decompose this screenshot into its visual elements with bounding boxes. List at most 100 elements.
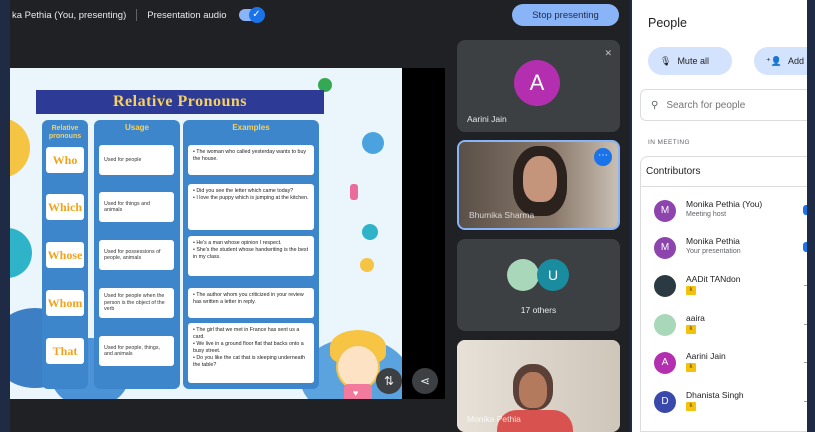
usage-column: Usage Used for people Used for things an… <box>94 120 180 389</box>
mic-off-icon: 🎙︎ <box>660 55 672 66</box>
balloon-decoration <box>10 228 32 278</box>
mic-off-icon: ✕ <box>604 48 612 58</box>
avatar: M <box>654 200 676 222</box>
status-indicator <box>803 205 807 215</box>
hand-badge-icon: k <box>686 325 696 334</box>
participant-name: Aarini Jain <box>686 351 726 361</box>
share-icon[interactable]: ⋖ <box>412 368 438 394</box>
pronoun-cell: Whom <box>46 290 84 316</box>
in-meeting-label: IN MEETING <box>648 139 690 146</box>
participant-row[interactable]: AADit TANdon k <box>654 272 807 302</box>
example-cell: • The woman who called yesterday wants t… <box>188 145 314 175</box>
presenter-label: ka Pethia (You, presenting) <box>12 9 127 21</box>
search-input[interactable] <box>666 99 797 111</box>
pronouns-header: Relative pronouns <box>48 125 82 140</box>
avatar: A <box>654 352 676 374</box>
participant-name: Monika Pethia (You) <box>686 199 763 209</box>
presentation-audio-toggle[interactable]: ✓ <box>238 7 265 23</box>
participant-name: Aarini Jain <box>467 114 507 124</box>
participant-row[interactable]: M Monika Pethia Your presentation <box>654 234 807 264</box>
mute-all-button[interactable]: 🎙︎ Mute all <box>648 47 732 75</box>
add-people-button[interactable]: ⁺👤 Add <box>754 47 807 75</box>
participant-role: Your presentation <box>686 248 741 255</box>
usage-cell: Used for people when the person is the o… <box>99 288 174 318</box>
participant-tile-video[interactable]: Monika Pethia <box>457 340 620 432</box>
meeting-area: ka Pethia (You, presenting) Presentation… <box>10 0 630 432</box>
participant-name: Bhumika Sharma <box>469 210 535 220</box>
people-panel: People 🎙︎ Mute all ⁺👤 Add ⚲ IN MEETING C… <box>632 0 807 432</box>
sticker-decoration <box>362 224 378 240</box>
example-line: • The woman who called yesterday wants t… <box>193 149 307 162</box>
example-cell: • Did you see the letter which came toda… <box>188 184 314 230</box>
example-line: • She's the student whose handwriting is… <box>193 247 309 260</box>
add-label: Add <box>787 56 804 66</box>
participant-face <box>519 372 547 408</box>
divider <box>136 9 138 21</box>
avatar: A <box>514 60 560 106</box>
example-line: • Did you see the letter which came toda… <box>193 188 294 194</box>
example-cell: • He's a man whose opinion I respect. • … <box>188 236 314 276</box>
pronoun-cell: Which <box>46 194 84 220</box>
shared-slide: Relative Pronouns Relative pronouns Who … <box>10 68 402 399</box>
panel-title: People <box>648 16 687 30</box>
participant-name: Dhanista Singh <box>686 390 744 400</box>
avatar: U <box>537 259 569 291</box>
example-line: • Do you like the cat that is sleeping u… <box>193 355 305 368</box>
examples-column: Examples • The woman who called yesterda… <box>183 120 319 389</box>
hand-badge-icon: k <box>686 363 696 372</box>
pronoun-cell: Who <box>46 147 84 173</box>
participant-name: Monika Pethia <box>467 414 521 424</box>
participant-tile-aarini[interactable]: ✕ A Aarini Jain <box>457 40 620 132</box>
example-line: • He's a man whose opinion I respect. <box>193 240 282 246</box>
contributors-header[interactable]: Contributors <box>646 166 700 177</box>
crayon-decoration <box>350 184 358 200</box>
hand-badge-icon: k <box>686 402 696 411</box>
search-box[interactable]: ⚲ <box>640 89 807 121</box>
participant-face <box>523 156 557 202</box>
row-menu-icon <box>804 401 807 402</box>
usage-cell: Used for people <box>99 145 174 175</box>
participant-tile-video[interactable]: ⋯ Bhumika Sharma <box>457 140 620 230</box>
participant-role: Meeting host <box>686 211 727 218</box>
pronoun-cell: Whose <box>46 242 84 268</box>
usage-cell: Used for people, things, and animals <box>99 336 174 366</box>
example-line: • I love the puppy which is jumping at t… <box>193 195 309 201</box>
sticker-decoration <box>362 132 384 154</box>
swap-layout-icon[interactable]: ⇅ <box>376 368 402 394</box>
presentation-audio-label: Presentation audio <box>147 9 227 21</box>
add-person-icon: ⁺👤 <box>766 55 782 66</box>
divider <box>640 186 807 187</box>
example-line: • The girl that we met in France has sen… <box>193 327 300 340</box>
example-cell: • The girl that we met in France has sen… <box>188 323 314 383</box>
row-menu-icon <box>804 362 807 363</box>
participant-row[interactable]: aaira k <box>654 311 807 341</box>
hand-badge-icon: k <box>686 286 696 295</box>
stop-presenting-button[interactable]: Stop presenting <box>512 4 619 26</box>
more-options-icon[interactable]: ⋯ <box>594 148 612 166</box>
presentation-stage: Relative Pronouns Relative pronouns Who … <box>10 68 445 399</box>
star-decoration <box>360 258 374 272</box>
usage-cell: Used for possessions of people, animals <box>99 240 174 270</box>
usage-cell: Used for things and animals <box>99 192 174 222</box>
others-count: 17 others <box>520 305 557 315</box>
participant-name: AADit TANdon <box>686 274 741 284</box>
participant-row[interactable]: D Dhanista Singh k <box>654 388 807 418</box>
example-line: • We live in a ground floor flat that ba… <box>193 341 304 354</box>
pronouns-column: Relative pronouns Who Which Whose Whom T… <box>42 120 88 389</box>
examples-header: Examples <box>232 123 270 132</box>
slide-title: Relative Pronouns <box>36 90 324 114</box>
participant-name: Monika Pethia <box>686 236 740 246</box>
example-line: • The author whom you criticized in your… <box>193 292 304 305</box>
avatar: D <box>654 391 676 413</box>
example-cell: • The author whom you criticized in your… <box>188 288 314 318</box>
sun-decoration <box>10 118 30 178</box>
pronoun-cell: That <box>46 338 84 364</box>
participant-row[interactable]: M Monika Pethia (You) Meeting host <box>654 197 807 227</box>
participant-row[interactable]: A Aarini Jain k <box>654 349 807 379</box>
row-menu-icon <box>804 324 807 325</box>
others-tile[interactable]: U 17 others <box>457 239 620 331</box>
avatar <box>654 314 676 336</box>
mute-all-label: Mute all <box>677 56 709 66</box>
avatar <box>507 259 539 291</box>
avatar: M <box>654 237 676 259</box>
